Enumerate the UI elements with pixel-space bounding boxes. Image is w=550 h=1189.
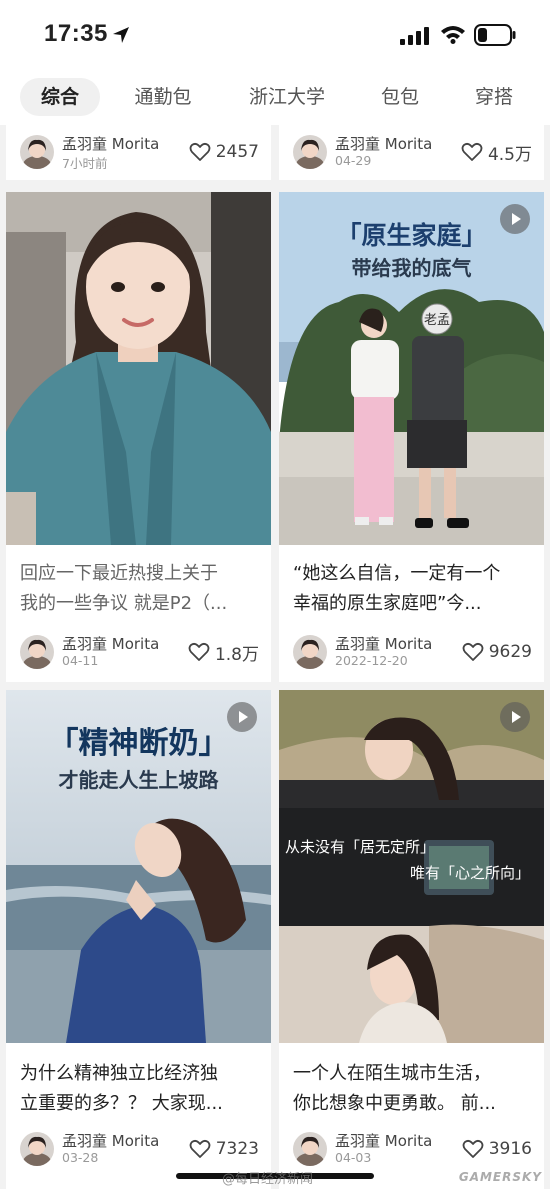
post-card[interactable]: 回应一下最近热搜上关于 我的一些争议 就是P2（... 孟羽童 Morita 0…	[6, 192, 271, 682]
brand-watermark: GAMERSKY	[458, 1170, 542, 1184]
post-cover-image[interactable]: 从未没有「居无定所」 唯有「心之所向」	[279, 690, 544, 1043]
post-title-line: 立重要的多？？ 大家现...	[20, 1093, 223, 1114]
post-title-line: “她这么自信，一定有一个	[293, 563, 501, 584]
like-count: 7323	[215, 1139, 259, 1159]
cover-overlay-subtitle: 才能走人生上坡路	[58, 768, 219, 792]
heart-icon	[189, 142, 211, 161]
avatar[interactable]	[293, 135, 327, 169]
author-row: 孟羽童 Morita 04-29 4.5万	[279, 133, 544, 173]
post-date: 04-03	[335, 1150, 372, 1165]
post-title-line: 回应一下最近热搜上关于	[20, 563, 218, 584]
post-title-line: 你比想象中更勇敢。 前...	[293, 1093, 496, 1114]
like-button[interactable]: 2457	[189, 139, 259, 165]
author-name[interactable]: 孟羽童 Morita	[62, 1130, 159, 1151]
post-title-line: 为什么精神独立比经济独	[20, 1063, 218, 1084]
like-button[interactable]: 3916	[462, 1136, 532, 1162]
play-icon	[512, 213, 521, 225]
play-icon	[512, 711, 521, 723]
tab-outfits[interactable]: 穿搭	[460, 78, 528, 116]
post-title-line: 一个人在陌生城市生活，	[293, 1063, 491, 1084]
author-name[interactable]: 孟羽童 Morita	[335, 133, 432, 154]
post-card[interactable]: 老孟 「原生家庭」 带给我的底气 “她这么自信，一定有一个 幸福的原生家庭吧”今…	[279, 192, 544, 682]
tab-zhejiang-university[interactable]: 浙江大学	[232, 78, 342, 116]
tab-comprehensive[interactable]: 综合	[20, 78, 100, 116]
post-card[interactable]: 孟羽童 Morita 04-29 4.5万	[279, 125, 544, 180]
battery-icon	[474, 24, 516, 46]
post-title[interactable]: “她这么自信，一定有一个 幸福的原生家庭吧”今...	[293, 559, 532, 619]
author-row: 孟羽童 Morita 03-28 7323	[6, 1130, 271, 1170]
video-play-button[interactable]	[227, 702, 257, 732]
tab-commute-bag[interactable]: 通勤包	[118, 78, 208, 116]
author-row: 孟羽童 Morita 04-11 1.8万	[6, 633, 271, 673]
mask-text: 老孟	[424, 313, 450, 328]
avatar[interactable]	[20, 1132, 54, 1166]
category-tabs: 综合 通勤包 浙江大学 包包 穿搭	[0, 70, 550, 125]
play-icon	[239, 711, 248, 723]
heart-icon	[462, 1139, 484, 1158]
avatar[interactable]	[20, 135, 54, 169]
like-count: 4.5万	[487, 144, 532, 165]
author-row: 孟羽童 Morita 2022-12-20 9629	[279, 633, 544, 673]
watermark-text: @每日经济新闻	[222, 1172, 314, 1187]
author-name[interactable]: 孟羽童 Morita	[335, 633, 432, 654]
heart-icon	[188, 642, 210, 661]
post-date: 03-28	[62, 1150, 99, 1165]
like-button[interactable]: 7323	[189, 1136, 259, 1162]
heart-icon	[189, 1139, 211, 1158]
author-name[interactable]: 孟羽童 Morita	[335, 1130, 432, 1151]
post-card[interactable]: 「精神断奶」 才能走人生上坡路 为什么精神独立比经济独 立重要的多？？ 大家现.…	[6, 690, 271, 1189]
author-row: 孟羽童 Morita 04-03 3916	[279, 1130, 544, 1170]
post-date: 2022-12-20	[335, 653, 408, 668]
tab-bags[interactable]: 包包	[366, 78, 434, 116]
post-card[interactable]: 孟羽童 Morita 7小时前 2457	[6, 125, 271, 180]
heart-icon	[462, 642, 484, 661]
post-title-line: 幸福的原生家庭吧”今...	[293, 593, 482, 614]
post-date: 7小时前	[62, 156, 108, 171]
author-name[interactable]: 孟羽童 Morita	[62, 133, 159, 154]
avatar[interactable]	[20, 635, 54, 669]
post-title-line: 我的一些争议 就是P2（...	[20, 593, 228, 614]
heart-icon	[461, 142, 483, 161]
like-button[interactable]: 4.5万	[461, 139, 532, 165]
author-name[interactable]: 孟羽童 Morita	[62, 633, 159, 654]
status-time: 17:35	[44, 20, 108, 47]
wifi-icon	[441, 26, 465, 44]
avatar[interactable]	[293, 1132, 327, 1166]
cover-overlay-subtitle: 唯有「心之所向」	[409, 864, 530, 882]
post-card[interactable]: 从未没有「居无定所」 唯有「心之所向」 一个人在陌生城市生活， 你比想象中更勇敢…	[279, 690, 544, 1189]
post-date: 04-11	[62, 653, 99, 668]
location-arrow-icon	[113, 27, 129, 43]
like-button[interactable]: 9629	[462, 639, 532, 665]
cellular-signal-icon	[400, 27, 429, 45]
post-title[interactable]: 回应一下最近热搜上关于 我的一些争议 就是P2（...	[20, 559, 259, 619]
video-play-button[interactable]	[500, 204, 530, 234]
post-cover-image[interactable]: 老孟 「原生家庭」 带给我的底气	[279, 192, 544, 545]
post-cover-image[interactable]: 「精神断奶」 才能走人生上坡路	[6, 690, 271, 1043]
video-play-button[interactable]	[500, 702, 530, 732]
post-title[interactable]: 一个人在陌生城市生活， 你比想象中更勇敢。 前...	[293, 1059, 532, 1119]
author-row: 孟羽童 Morita 7小时前 2457	[6, 133, 271, 173]
avatar[interactable]	[293, 635, 327, 669]
post-date: 04-29	[335, 153, 372, 168]
like-button[interactable]: 1.8万	[188, 639, 259, 665]
cover-overlay-title: 从未没有「居无定所」	[285, 838, 436, 856]
like-count: 2457	[215, 142, 259, 162]
like-count: 9629	[488, 642, 532, 662]
like-count: 1.8万	[214, 644, 259, 665]
post-cover-image[interactable]	[6, 192, 271, 545]
post-title[interactable]: 为什么精神独立比经济独 立重要的多？？ 大家现...	[20, 1059, 259, 1119]
status-bar: 17:35	[0, 0, 550, 70]
like-count: 3916	[488, 1139, 532, 1159]
app-screen: 17:35 综合 通勤包 浙江大学 包包 穿搭 孟羽童 Morita 7小时前 …	[0, 0, 550, 1189]
cover-overlay-subtitle: 带给我的底气	[351, 256, 472, 280]
